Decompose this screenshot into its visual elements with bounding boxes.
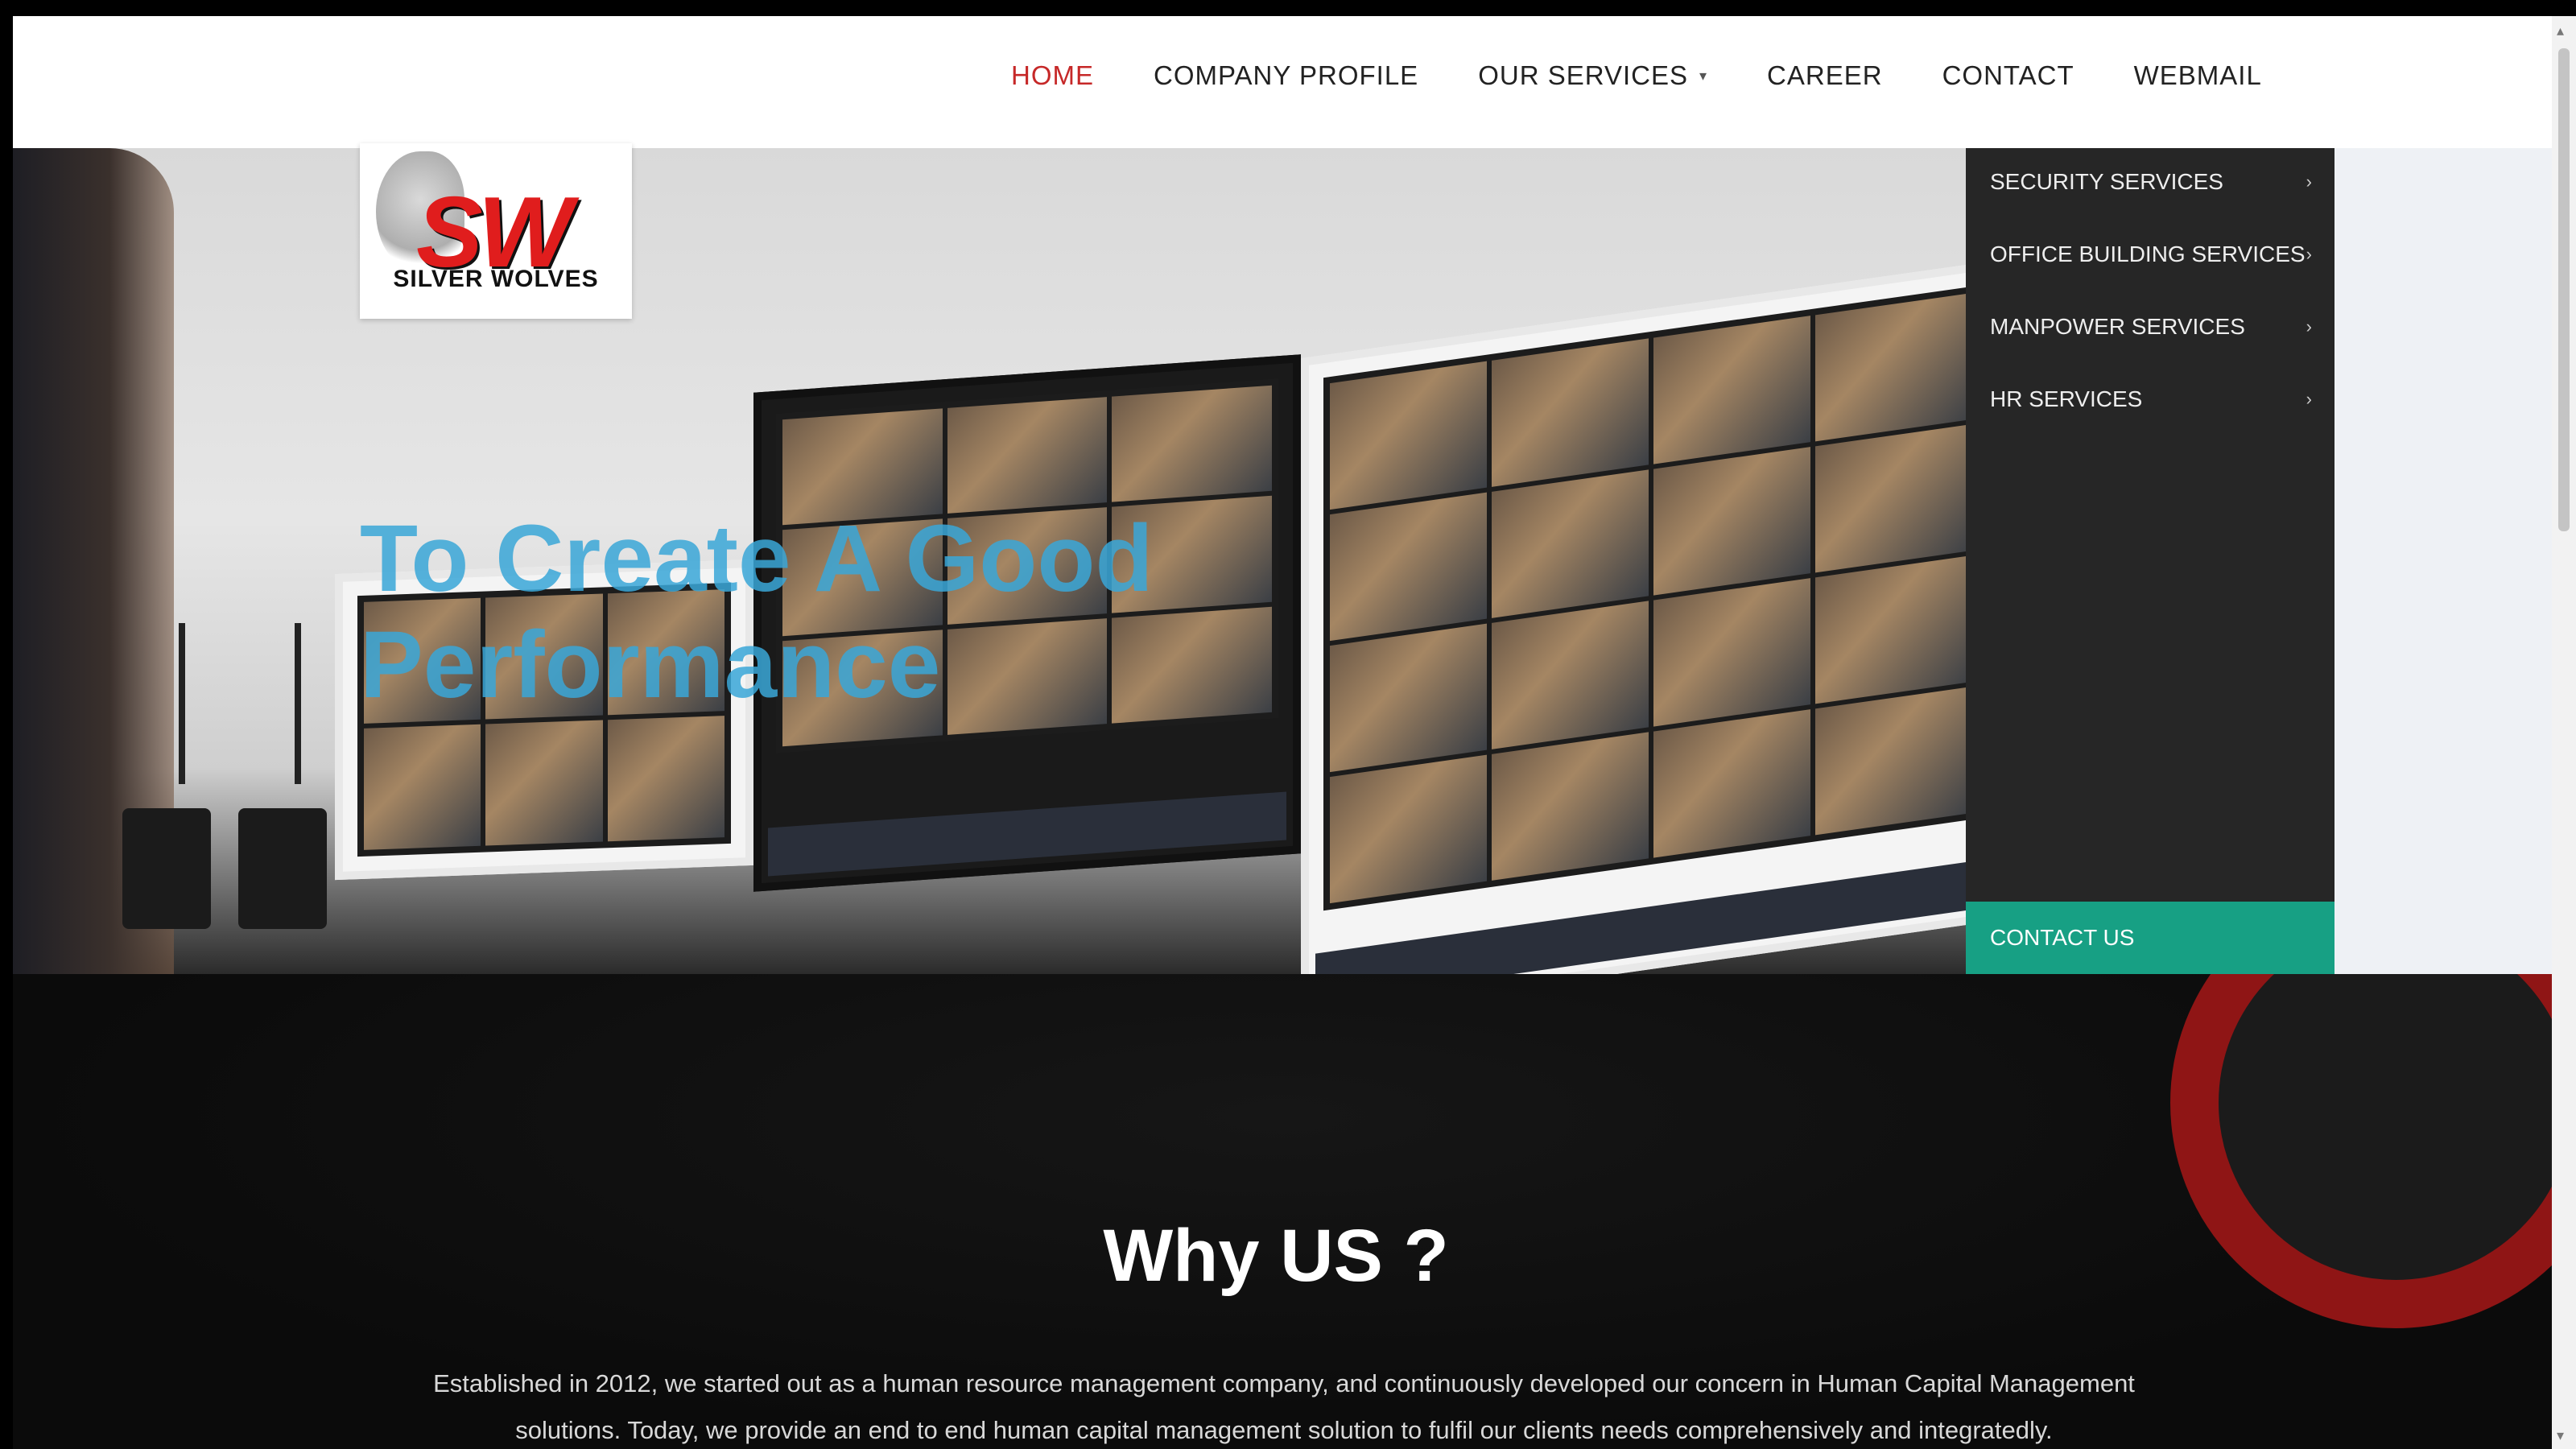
contact-us-button[interactable]: CONTACT US	[1966, 902, 2334, 974]
chevron-right-icon: ›	[2306, 244, 2312, 264]
top-bar	[0, 0, 2576, 16]
why-us-text: Established in 2012, we started out as a…	[433, 1369, 2135, 1444]
chevron-right-icon: ›	[2306, 316, 2312, 336]
logo-name: SILVER WOLVES	[393, 266, 599, 292]
site-header: HOME COMPANY PROFILE OUR SERVICES ▾ CAREE…	[13, 16, 2552, 148]
dropdown-item-hr[interactable]: HR SERVICES ›	[1990, 386, 2312, 412]
scroll-down-icon[interactable]: ▾	[2557, 1427, 2564, 1444]
hero-title: To Create A Good Performance	[360, 506, 1154, 718]
nav-company-profile[interactable]: COMPANY PROFILE	[1154, 60, 1418, 91]
nav-contact[interactable]: CONTACT	[1942, 60, 2074, 91]
walkie-talkie	[238, 808, 327, 929]
chevron-right-icon: ›	[2306, 171, 2312, 192]
walkie-talkie	[122, 808, 211, 929]
scroll-thumb[interactable]	[2558, 48, 2570, 531]
chevron-down-icon: ▾	[1699, 67, 1708, 84]
nav-career[interactable]: CAREER	[1767, 60, 1883, 91]
nav-home[interactable]: HOME	[1011, 60, 1094, 91]
chevron-right-icon: ›	[2306, 389, 2312, 409]
why-us-title: Why US ?	[1103, 1215, 1449, 1297]
site-logo[interactable]: SW SILVER WOLVES	[360, 143, 632, 319]
radio-antenna	[295, 623, 301, 784]
scroll-up-icon[interactable]: ▴	[2557, 23, 2564, 39]
page-scrollbar[interactable]: ▴ ▾	[2552, 16, 2576, 1449]
dropdown-item-office-building[interactable]: OFFICE BUILDING SERVICES ›	[1990, 242, 2312, 267]
dropdown-item-manpower[interactable]: MANPOWER SERVICES ›	[1990, 314, 2312, 340]
hero-right-panel	[2323, 148, 2552, 974]
nav-our-services[interactable]: OUR SERVICES ▾	[1478, 60, 1707, 91]
main-nav: HOME COMPANY PROFILE OUR SERVICES ▾ CAREE…	[1011, 60, 2322, 91]
services-dropdown: SECURITY SERVICES › OFFICE BUILDING SERVI…	[1966, 148, 2334, 974]
cctv-monitor-right	[1301, 259, 2001, 974]
nav-webmail[interactable]: WEBMAIL	[2134, 60, 2262, 91]
dropdown-item-security[interactable]: SECURITY SERVICES ›	[1990, 169, 2312, 195]
radio-antenna	[179, 623, 185, 784]
